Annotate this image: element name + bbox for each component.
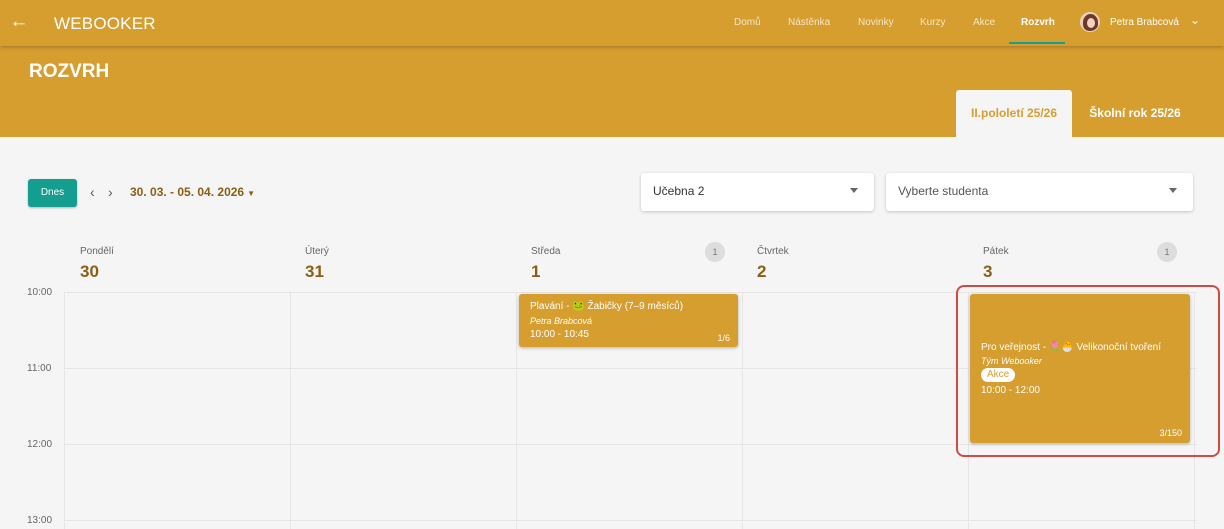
room-select[interactable]: Učebna 2 — [641, 173, 874, 211]
nav-item-novinky[interactable]: Novinky — [858, 17, 894, 28]
day-name: Úterý — [305, 246, 329, 257]
selection-highlight — [956, 285, 1220, 457]
tab-semester[interactable]: II.pololetí 25/26 — [956, 90, 1072, 137]
nav-item-domu[interactable]: Domů — [734, 17, 761, 28]
user-name[interactable]: Petra Brabcová — [1110, 17, 1179, 28]
date-range-picker[interactable]: 30. 03. - 05. 04. 2026 ▼ — [130, 185, 255, 199]
day-header-tuesday: Úterý 31 — [305, 246, 329, 282]
day-header-wednesday: Středa 1 — [531, 246, 560, 282]
day-number: 3 — [983, 262, 993, 281]
day-number: 1 — [531, 262, 541, 281]
page-title: ROZVRH — [29, 61, 110, 82]
caret-down-icon: ▼ — [247, 189, 256, 198]
day-name: Středa — [531, 246, 561, 257]
page-header: ROZVRH II.pololetí 25/26 Školní rok 25/2… — [0, 46, 1224, 137]
student-select-placeholder: Vyberte studenta — [898, 184, 989, 198]
app-title[interactable]: WEBOOKER — [54, 14, 156, 34]
nav-item-nastenka[interactable]: Nástěnka — [788, 17, 830, 28]
day-divider — [742, 292, 743, 529]
arrow-left-icon[interactable]: ← — [8, 11, 30, 33]
event-capacity: 1/6 — [717, 333, 730, 343]
day-name: Pátek — [983, 246, 1009, 257]
event-card-swimming[interactable]: Plavání - 🐸 Žabičky (7–9 měsíců) Petra B… — [519, 294, 738, 347]
day-header-monday: Pondělí 30 — [80, 246, 114, 282]
hour-gridline — [65, 520, 1197, 521]
caret-down-icon — [850, 188, 858, 193]
day-number: 2 — [757, 262, 767, 281]
event-time: 10:00 - 10:45 — [530, 329, 589, 340]
nav-item-rozvrh[interactable]: Rozvrh — [1021, 17, 1055, 28]
day-divider — [290, 292, 291, 529]
prev-week-icon[interactable]: ‹ — [90, 185, 95, 199]
nav-item-kurzy[interactable]: Kurzy — [920, 17, 946, 28]
time-label: 13:00 — [27, 515, 53, 526]
today-button[interactable]: Dnes — [28, 179, 77, 207]
chevron-down-icon[interactable]: ⌄ — [1190, 13, 1200, 27]
day-name: Čtvrtek — [757, 246, 789, 257]
day-divider — [516, 292, 517, 529]
room-select-value: Učebna 2 — [653, 184, 705, 198]
day-name: Pondělí — [80, 246, 114, 257]
day-header-thursday: Čtvrtek 2 — [757, 246, 789, 282]
event-count-badge: 1 — [1157, 242, 1177, 262]
time-label: 12:00 — [27, 439, 53, 450]
next-week-icon[interactable]: › — [108, 185, 113, 199]
student-select[interactable]: Vyberte studenta — [886, 173, 1193, 211]
active-nav-underline — [1009, 42, 1065, 44]
event-title: Plavání - 🐸 Žabičky (7–9 měsíců) — [530, 301, 684, 312]
event-teacher: Petra Brabcová — [530, 316, 593, 326]
time-label: 10:00 — [27, 287, 53, 298]
day-header-friday: Pátek 3 — [983, 246, 1009, 282]
day-number: 31 — [305, 262, 324, 281]
day-number: 30 — [80, 262, 99, 281]
event-count-badge: 1 — [705, 242, 725, 262]
caret-down-icon — [1169, 188, 1177, 193]
avatar[interactable] — [1080, 12, 1100, 32]
nav-item-akce[interactable]: Akce — [973, 17, 995, 28]
date-range-label: 30. 03. - 05. 04. 2026 — [130, 185, 245, 199]
tab-school-year[interactable]: Školní rok 25/26 — [1080, 90, 1190, 137]
time-label: 11:00 — [27, 363, 52, 374]
top-app-bar: ← WEBOOKER Domů Nástěnka Novinky Kurzy A… — [0, 0, 1224, 46]
